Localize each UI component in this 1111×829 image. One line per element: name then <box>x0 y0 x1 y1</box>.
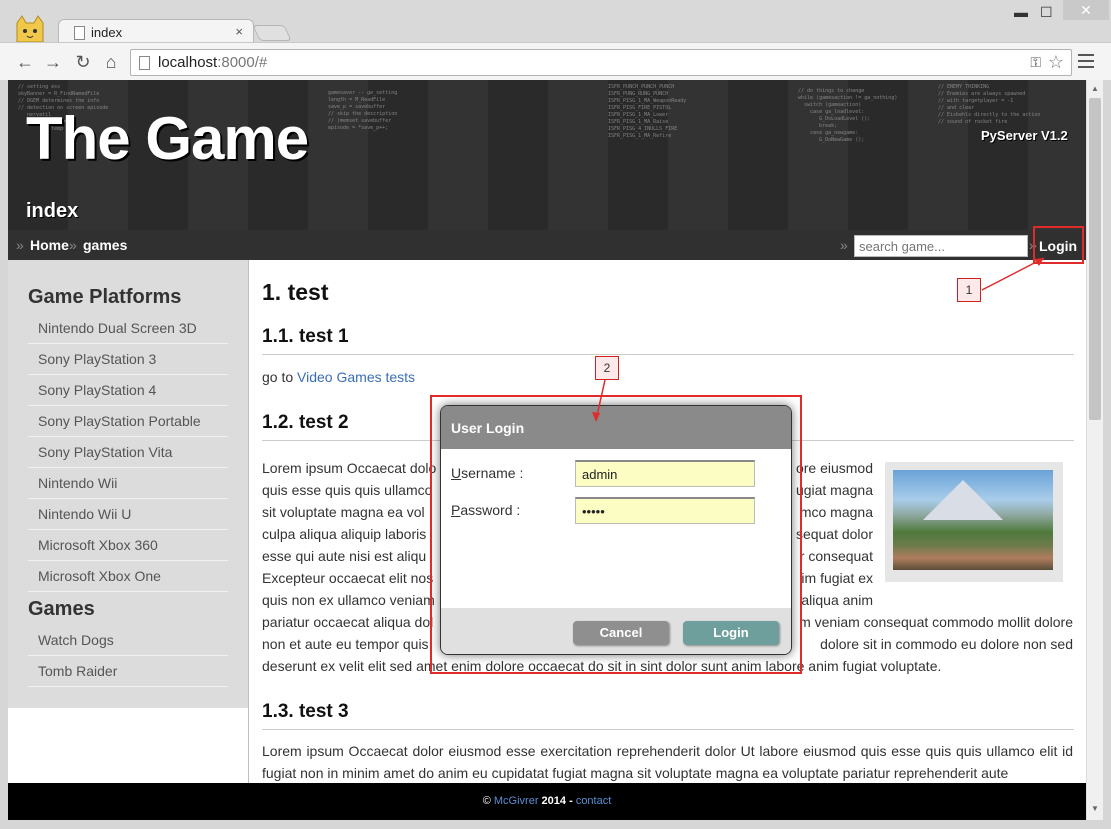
annotation-arrowhead-2 <box>592 412 600 422</box>
annotation-arrow-1 <box>981 257 1045 291</box>
annotation-arrows <box>592 257 1045 422</box>
